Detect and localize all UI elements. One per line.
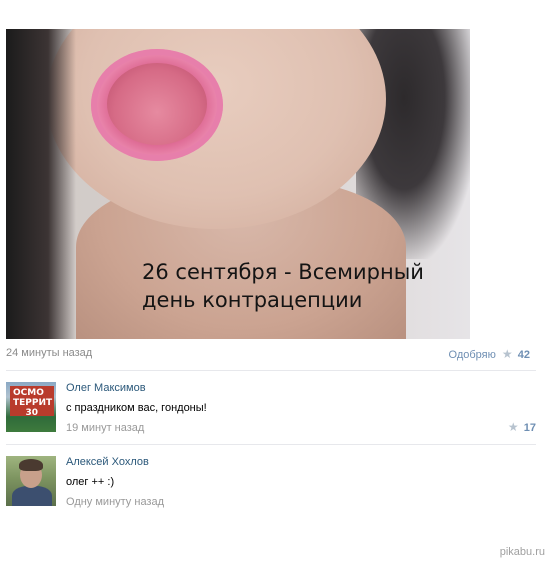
post-time[interactable]: 24 минуты назад (6, 347, 92, 359)
comment-item: ОСМО ТЕРРИТ 30 Олег Максимов с праздником… (6, 382, 536, 438)
comment-item: Алексей Хохлов олег ++ :) Одну минуту на… (6, 456, 536, 512)
image-caption: 26 сентября - Всемирный день контрацепци… (142, 258, 424, 314)
like-label: Одобряю (448, 349, 496, 361)
post-meta: 24 минуты назад Одобряю ★ 42 (6, 347, 530, 363)
image-caption-line1: 26 сентября - Всемирный (142, 260, 424, 284)
comment-like-count: 17 (523, 422, 536, 434)
image-mouth (107, 63, 207, 145)
divider (6, 444, 536, 445)
star-icon: ★ (501, 347, 513, 361)
avatar-hair (19, 459, 43, 471)
comment-like-button[interactable]: ★ 17 (505, 420, 536, 434)
comment-text: олег ++ :) (66, 476, 115, 488)
avatar[interactable]: ОСМО ТЕРРИТ 30 (6, 382, 56, 432)
comment-time[interactable]: 19 минут назад (66, 422, 144, 434)
divider (6, 370, 536, 371)
star-icon: ★ (507, 420, 519, 434)
image-caption-line2: день контрацепции (142, 288, 363, 312)
watermark: pikabu.ru (499, 546, 545, 558)
avatar-sign-image: ОСМО ТЕРРИТ 30 (10, 386, 54, 418)
comment-text: с праздником вас, гондоны! (66, 402, 207, 414)
like-count: 42 (517, 349, 530, 361)
comment-author[interactable]: Олег Максимов (66, 382, 146, 394)
image-hair-left (6, 29, 76, 339)
avatar-body (12, 486, 52, 506)
post-image[interactable]: 26 сентября - Всемирный день контрацепци… (6, 29, 470, 339)
comment-time[interactable]: Одну минуту назад (66, 496, 164, 508)
post-like-button[interactable]: Одобряю ★ 42 (449, 347, 531, 361)
comment-author[interactable]: Алексей Хохлов (66, 456, 149, 468)
avatar[interactable] (6, 456, 56, 506)
